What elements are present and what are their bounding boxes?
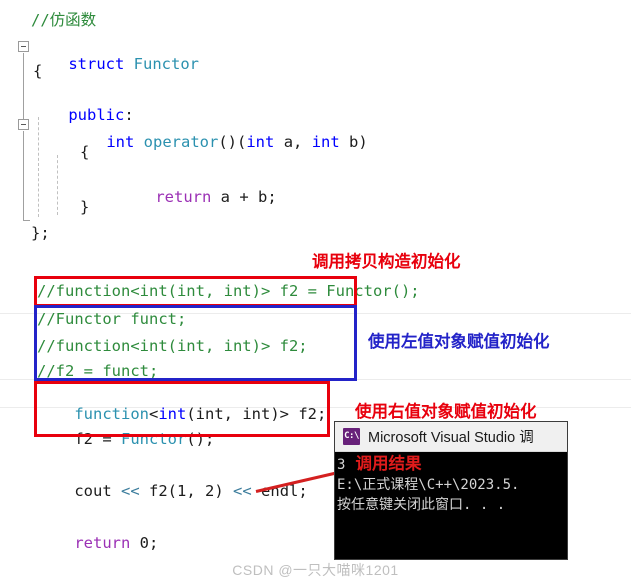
fold-toggle-operator[interactable] (18, 119, 29, 130)
param-open-paren: ( (237, 133, 247, 151)
code-line-close-brace-operator: } (80, 198, 90, 216)
fold-guide-foot (23, 220, 30, 221)
keyword-struct: struct (68, 55, 125, 73)
code-line-open-brace-struct: { (33, 62, 43, 80)
highlight-box-lvalue-assign (34, 305, 357, 381)
code-line-cout: cout << f2(1, 2) << endl; (37, 466, 307, 517)
console-window[interactable]: C:\ Microsoft Visual Studio 调 3 调用结果 E:\… (335, 422, 567, 559)
code-line-struct-decl: struct Functor (31, 39, 199, 90)
type-name-functor: Functor (133, 55, 199, 73)
indent-guide-2 (57, 155, 58, 215)
fold-guide-struct (23, 53, 24, 123)
highlight-box-copy-construct (34, 276, 357, 307)
keyword-return: return (155, 188, 212, 206)
fold-toggle-struct[interactable] (18, 41, 29, 52)
console-titlebar[interactable]: C:\ Microsoft Visual Studio 调 (335, 422, 567, 452)
identifier-cout: cout (74, 482, 112, 500)
keyword-return-main: return (74, 534, 131, 552)
fold-guide-operator (23, 131, 24, 220)
console-window-title: Microsoft Visual Studio 调 (368, 430, 534, 446)
highlight-box-rvalue-assign (34, 381, 330, 437)
code-line-comment-functor: //仿函数 (31, 11, 97, 29)
param-name-a: a, (283, 133, 303, 151)
param-name-b: b) (349, 133, 368, 151)
annotation-call-result: 调用结果 (355, 455, 422, 473)
csdn-watermark: CSDN @一只大喵咪1201 (232, 562, 399, 578)
console-output-area: 3 调用结果 E:\正式课程\C++\2023.5. 按任意键关闭此窗口. . … (335, 452, 567, 559)
param-type-a: int (246, 133, 275, 151)
console-output-value: 3 (337, 457, 346, 473)
code-line-return-sum: return a + b; (118, 172, 277, 223)
keyword-int-return: int (106, 133, 135, 151)
console-first-row: 3 调用结果 (337, 454, 567, 475)
annotation-lvalue-assign: 使用左值对象赋值初始化 (368, 333, 550, 351)
console-prompt-line: 按任意键关闭此窗口. . . (337, 497, 506, 513)
console-app-icon: C:\ (343, 428, 360, 445)
param-type-b: int (311, 133, 340, 151)
stream-operator-1: << (121, 482, 140, 500)
annotation-rvalue-assign: 使用右值对象赋值初始化 (355, 403, 537, 421)
code-line-operator-decl: int operator()(int a, int b) (69, 117, 368, 168)
annotation-copy-construct: 调用拷贝构造初始化 (312, 253, 461, 271)
code-line-close-brace-struct: }; (31, 224, 50, 242)
stream-operator-2: << (233, 482, 252, 500)
operator-identifier: operator (143, 133, 219, 151)
return-expression: a + b; (220, 188, 277, 206)
f2-invocation: f2(1, 2) (149, 482, 224, 500)
return-value-zero: 0; (139, 534, 159, 552)
code-line-open-brace-operator: { (80, 143, 90, 161)
operator-parens: () (218, 133, 237, 151)
console-path-line: E:\正式课程\C++\2023.5. (337, 477, 520, 493)
